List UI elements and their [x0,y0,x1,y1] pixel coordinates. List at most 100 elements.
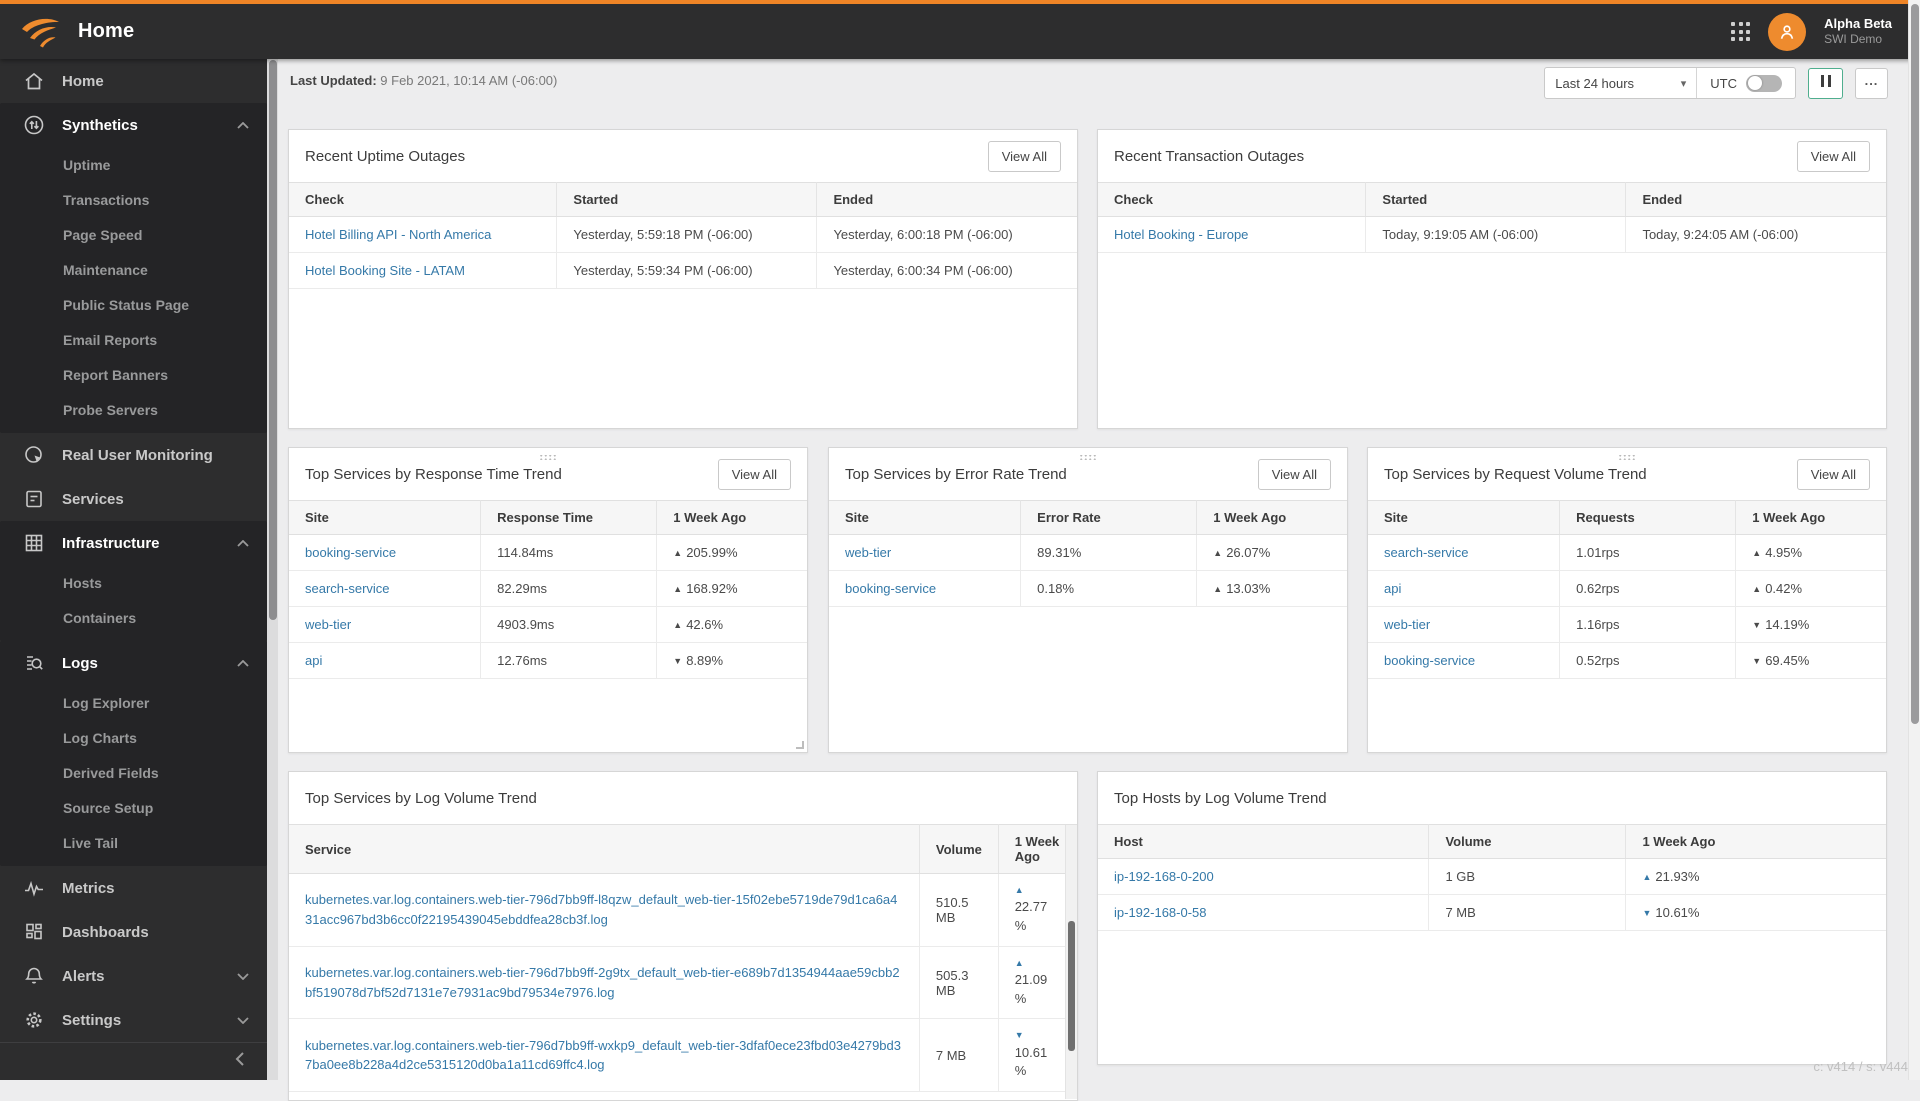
metrics-icon [22,876,46,900]
time-range-select[interactable]: Last 24 hours ▾ [1545,68,1697,98]
sidebar-footer [0,1042,267,1080]
drag-handle-icon[interactable] [1618,454,1636,461]
sidebar-item-maintenance[interactable]: Maintenance [0,252,267,287]
value-cell: 89.31% [1021,535,1197,571]
sidebar-item-metrics[interactable]: Metrics [0,866,267,910]
sidebar-item-live-tail[interactable]: Live Tail [0,825,267,860]
table-row: booking-service 0.52rps ▼69.45% [1368,643,1886,679]
sidebar-collapse-button[interactable] [233,1051,247,1072]
sidebar-item-alerts[interactable]: Alerts [0,954,267,998]
sidebar-item-dashboards[interactable]: Dashboards [0,910,267,954]
site-link[interactable]: web-tier [845,545,891,560]
table-row: web-tier 4903.9ms ▲42.6% [289,607,807,643]
sidebar-item-email-reports[interactable]: Email Reports [0,322,267,357]
time-range-value: Last 24 hours [1555,76,1634,91]
page-title: Home [78,20,134,43]
page-scrollbar[interactable] [1908,0,1920,1080]
sidebar-item-containers[interactable]: Containers [0,600,267,635]
page-scrollbar-thumb[interactable] [1911,4,1919,724]
utc-toggle[interactable] [1746,75,1782,92]
site-link[interactable]: web-tier [305,617,351,632]
sidebar-item-source-setup[interactable]: Source Setup [0,790,267,825]
sidebar-item-probe-servers[interactable]: Probe Servers [0,392,267,427]
trend-arrow: ▲ [1015,957,1061,970]
trend-value: 69.45% [1765,653,1809,668]
trend-arrow: ▲ [673,620,682,630]
sidebar-item-log-charts[interactable]: Log Charts [0,720,267,755]
avatar[interactable] [1768,13,1806,51]
table-header-row: Service Volume 1 Week Ago [289,825,1077,874]
view-all-button[interactable]: View All [1797,459,1870,490]
value-cell: 114.84ms [481,535,657,571]
view-all-button[interactable]: View All [1797,141,1870,172]
volume-cell: 510.5 MB [919,874,998,947]
table-row: Hotel Booking - Europe Today, 9:19:05 AM… [1098,217,1886,253]
view-all-button[interactable]: View All [988,141,1061,172]
resize-handle[interactable] [796,741,804,749]
check-link[interactable]: Hotel Booking - Europe [1114,227,1248,242]
trend-cell: ▼10.61% [1626,895,1886,931]
pause-refresh-button[interactable] [1808,68,1843,99]
column-header: Check [289,183,557,217]
card-request-volume-trend: Top Services by Request Volume Trend Vie… [1367,447,1887,753]
host-link[interactable]: ip-192-168-0-200 [1114,869,1214,884]
sidebar-item-derived-fields[interactable]: Derived Fields [0,755,267,790]
sidebar-item-log-explorer[interactable]: Log Explorer [0,685,267,720]
view-all-button[interactable]: View All [718,459,791,490]
sidebar-item-settings[interactable]: Settings [0,998,267,1042]
site-link[interactable]: search-service [1384,545,1469,560]
view-all-button[interactable]: View All [1258,459,1331,490]
sidebar-item-infrastructure[interactable]: Infrastructure [0,521,267,565]
trend-value: 21.09 % [1015,972,1048,1006]
host-link[interactable]: ip-192-168-0-58 [1114,905,1207,920]
sidebar-item-home[interactable]: Home [0,59,267,103]
apps-grid-icon[interactable] [1731,22,1750,41]
sidebar-item-transactions[interactable]: Transactions [0,182,267,217]
sidebar-item-uptime[interactable]: Uptime [0,147,267,182]
site-link[interactable]: api [1384,581,1401,596]
sidebar-item-real-user-monitoring[interactable]: Real User Monitoring [0,433,267,477]
trend-arrow: ▲ [1752,548,1761,558]
sidebar: Home Synthetics Uptime Transactions Page… [0,59,267,1080]
sidebar-scrollbar-thumb[interactable] [269,60,277,620]
real-user-monitoring-icon [22,443,46,467]
sidebar-item-logs[interactable]: Logs [0,641,267,685]
card-title: Top Services by Response Time Trend [305,466,562,483]
service-link[interactable]: kubernetes.var.log.containers.web-tier-7… [305,965,900,1000]
chevron-down-icon: ▾ [1681,77,1687,90]
sidebar-scrollbar[interactable] [267,59,278,1080]
sidebar-item-services[interactable]: Services [0,477,267,521]
site-link[interactable]: api [305,653,322,668]
site-link[interactable]: web-tier [1384,617,1430,632]
trend-arrow: ▼ [673,656,682,666]
more-options-button[interactable]: ... [1855,68,1888,99]
column-header: Ended [1626,183,1886,217]
column-header: Volume [1429,825,1626,859]
check-link[interactable]: Hotel Billing API - North America [305,227,491,242]
card-transaction-outages: Recent Transaction Outages View All Chec… [1097,129,1887,429]
card-scrollbar[interactable] [1065,825,1077,1099]
service-link[interactable]: kubernetes.var.log.containers.web-tier-7… [305,1038,901,1073]
services-icon [22,487,46,511]
sidebar-item-synthetics[interactable]: Synthetics [0,103,267,147]
sidebar-item-hosts[interactable]: Hosts [0,565,267,600]
sidebar-item-page-speed[interactable]: Page Speed [0,217,267,252]
service-link[interactable]: kubernetes.var.log.containers.web-tier-7… [305,892,897,927]
column-header: Volume [919,825,998,874]
chevron-down-icon [237,1011,249,1029]
site-link[interactable]: booking-service [845,581,936,596]
user-block[interactable]: Alpha Beta SWI Demo [1824,16,1892,47]
value-cell: 82.29ms [481,571,657,607]
card-scrollbar-thumb[interactable] [1068,921,1075,1051]
site-link[interactable]: booking-service [1384,653,1475,668]
main-content: Last Updated: 9 Feb 2021, 10:14 AM (-06:… [278,59,1908,1080]
check-link[interactable]: Hotel Booking Site - LATAM [305,263,465,278]
site-link[interactable]: search-service [305,581,390,596]
sidebar-item-report-banners[interactable]: Report Banners [0,357,267,392]
sidebar-item-public-status-page[interactable]: Public Status Page [0,287,267,322]
trend-arrow: ▲ [1213,548,1222,558]
solarwinds-logo-icon[interactable] [18,14,62,50]
site-link[interactable]: booking-service [305,545,396,560]
drag-handle-icon[interactable] [539,454,557,461]
drag-handle-icon[interactable] [1079,454,1097,461]
